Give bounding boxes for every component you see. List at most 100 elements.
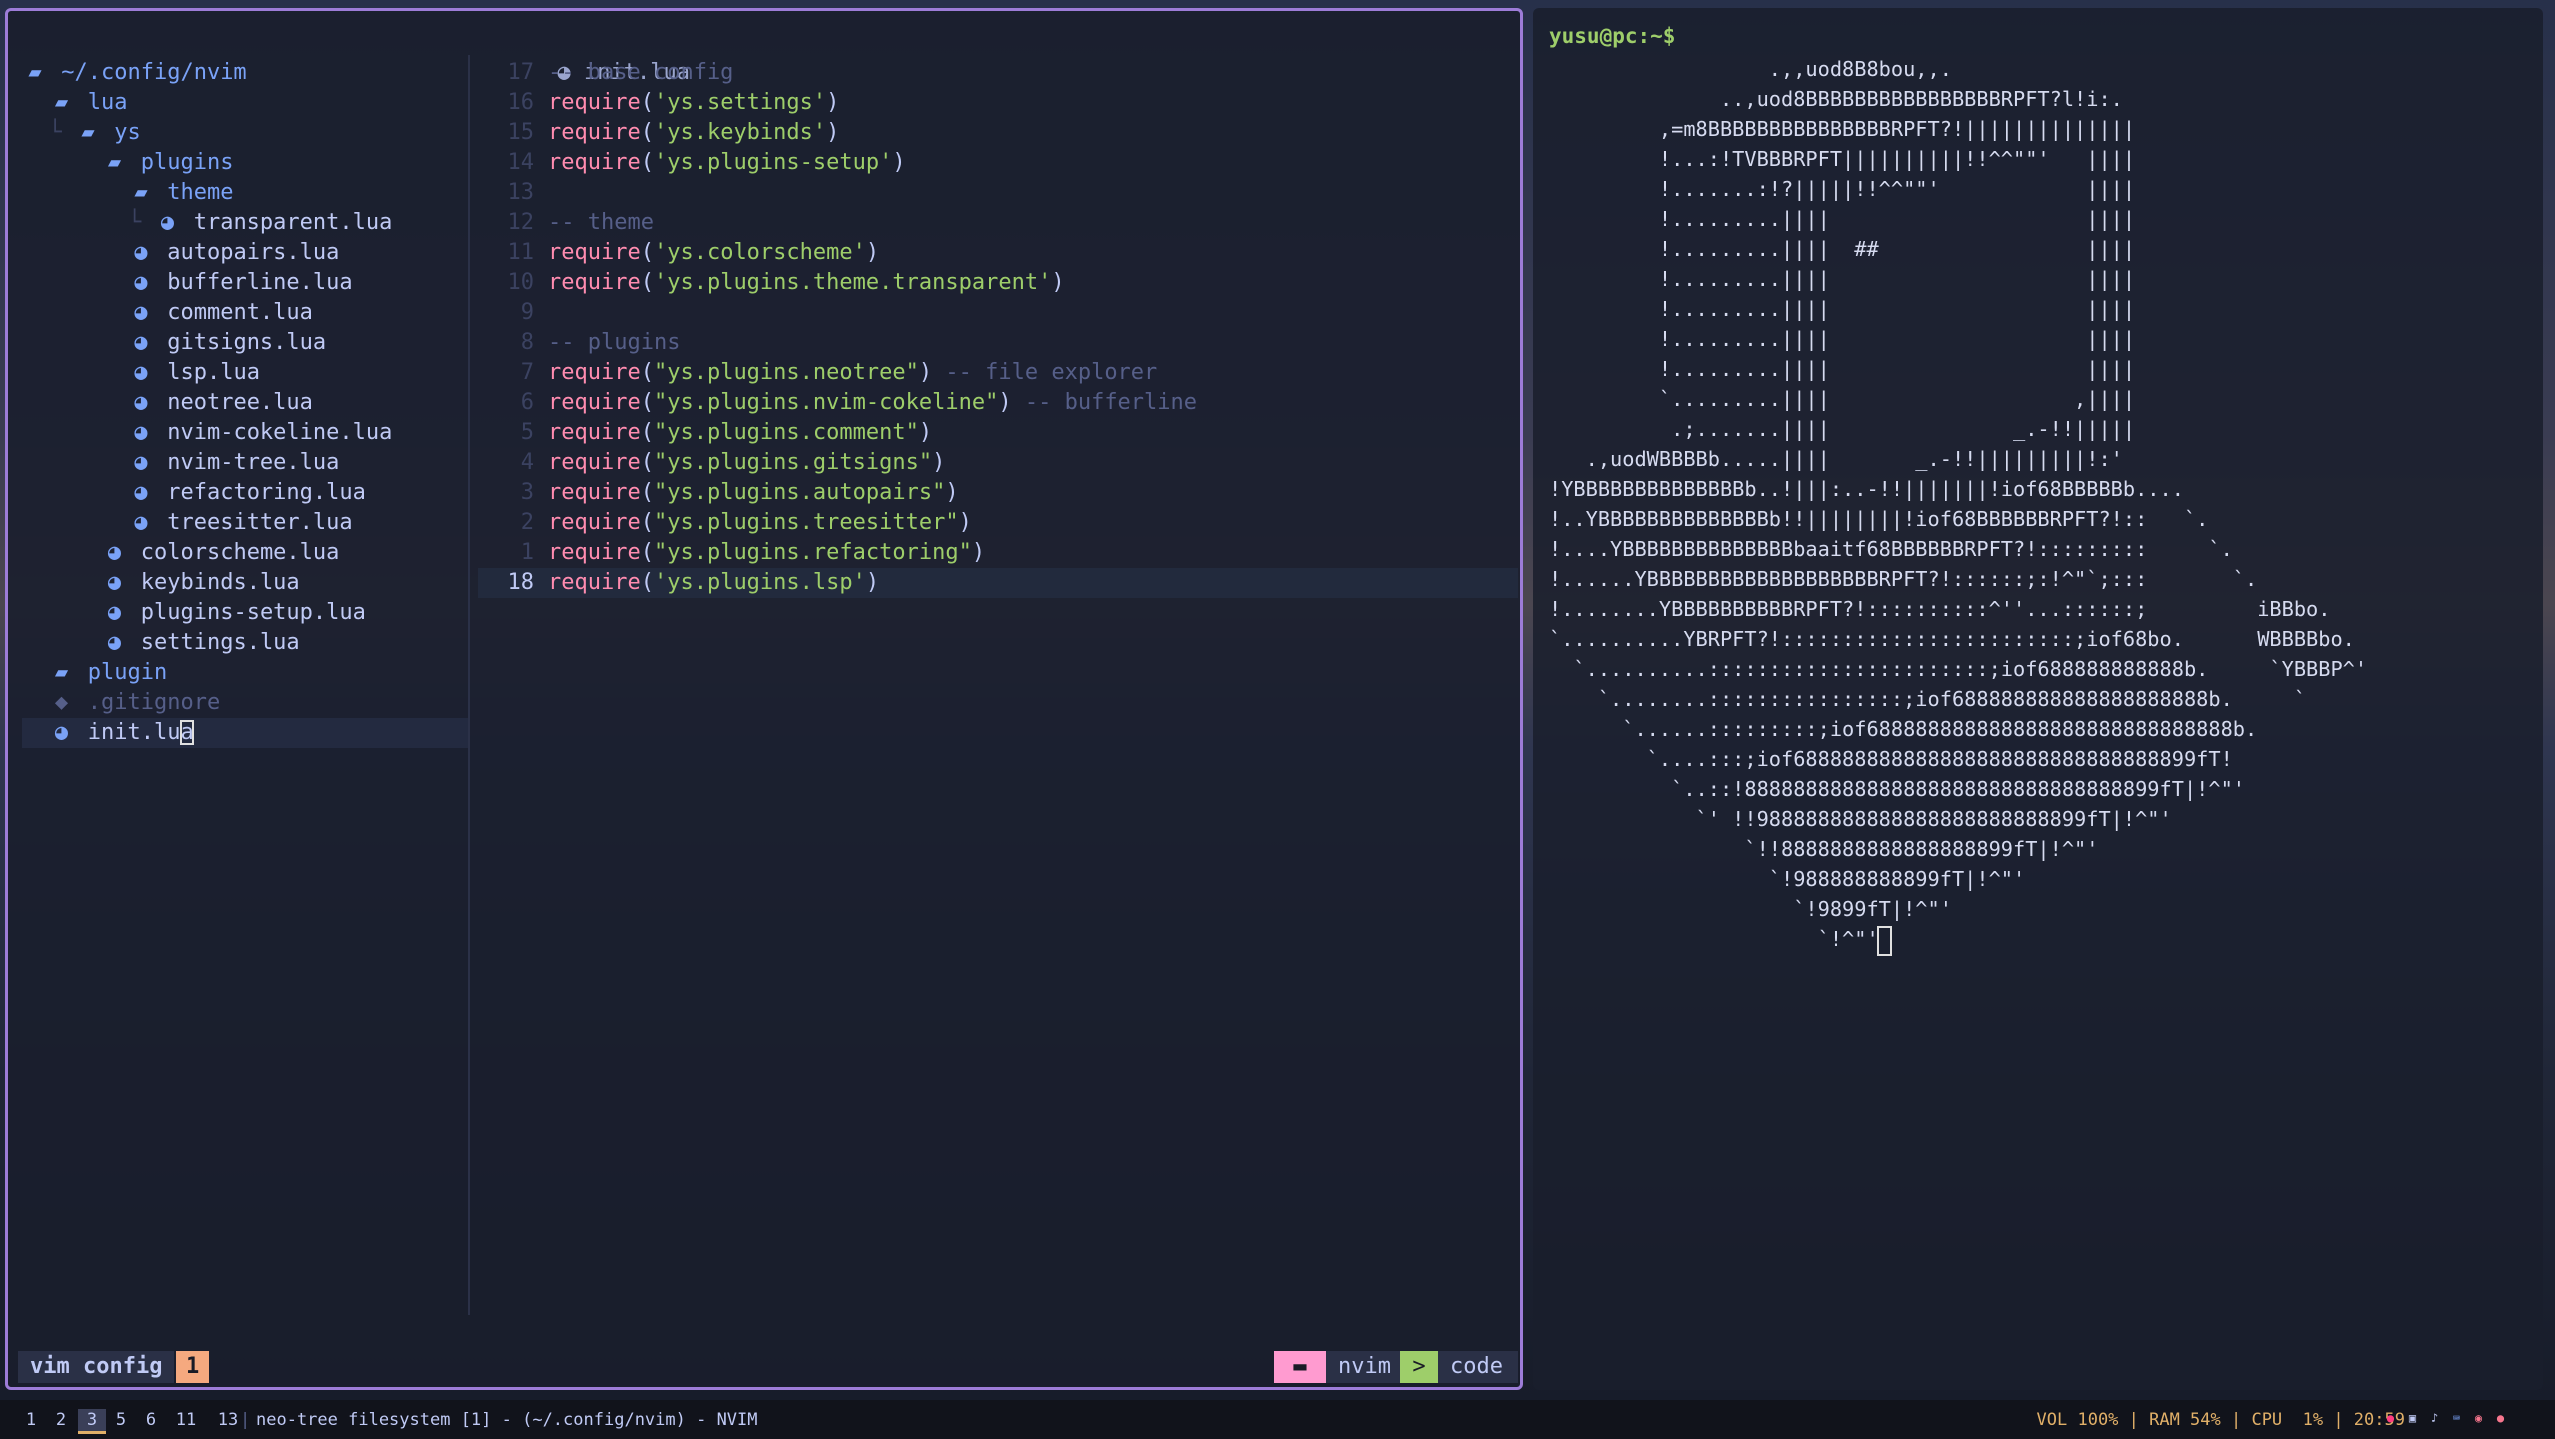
code-token: -- base config <box>548 60 734 85</box>
workspace-11[interactable]: 11 <box>170 1409 202 1431</box>
tree-indent-guide <box>22 150 101 175</box>
lua-icon: ◕ <box>107 570 122 595</box>
nvim-window[interactable]: ▰ ~/.config/nvim ▰ lua └ ▰ ys ▰ plugins … <box>5 8 1523 1390</box>
tree-item-label: init.lua <box>87 720 194 745</box>
ascii-art-line: !.........|||| |||| <box>1549 207 2136 231</box>
code-line[interactable]: 9 <box>478 298 1518 328</box>
code-lines[interactable]: 17 -- base config 16 require('ys.settings')… <box>478 58 1518 598</box>
workspace-6[interactable]: 6 <box>140 1409 162 1431</box>
tray-window-icon[interactable]: ▣ <box>2405 1411 2420 1426</box>
tree-item[interactable]: ▰ plugin <box>22 658 469 688</box>
code-token: ( <box>640 270 654 295</box>
code-line[interactable]: 6 require("ys.plugins.nvim-cokeline") -- … <box>478 388 1518 418</box>
ascii-art-line: !.......:!?|||||!!^^""' |||| <box>1549 177 2136 201</box>
code-line[interactable]: 7 require("ys.plugins.neotree") -- file e… <box>478 358 1518 388</box>
ascii-art-line: .,,uod8B8bou,,. <box>1549 57 1952 81</box>
code-line[interactable]: 2 require("ys.plugins.treesitter") <box>478 508 1518 538</box>
code-token: require <box>548 120 641 145</box>
folder-closed-icon: ▰ <box>54 660 69 685</box>
tray-record-icon[interactable]: ● <box>2493 1411 2508 1426</box>
tree-item[interactable]: ▰ ~/.config/nvim <box>22 58 469 88</box>
code-token: "ys.plugins.treesitter" <box>653 510 959 535</box>
code-token: ( <box>640 570 654 595</box>
tray-music-icon[interactable]: ♪ <box>2427 1411 2442 1426</box>
code-line[interactable]: 17 -- base config <box>478 58 1518 88</box>
tree-item[interactable]: └ ◕ transparent.lua <box>22 208 469 238</box>
tree-item-label: plugins <box>140 150 234 175</box>
ascii-art-line: `..::!8888888888888888888888888888888899… <box>1549 777 2245 801</box>
code-token: ( <box>640 450 654 475</box>
code-line[interactable]: 4 require("ys.plugins.gitsigns") <box>478 448 1518 478</box>
code-line[interactable]: 13 <box>478 178 1518 208</box>
code-line[interactable]: 11 require('ys.colorscheme') <box>478 238 1518 268</box>
terminal-window[interactable]: yusu@pc:~$ .,,uod8B8bou,,. ..,uod8BBBBBB… <box>1533 8 2543 1390</box>
workspace-1[interactable]: 1 <box>20 1409 42 1431</box>
tree-item-label: comment.lua <box>167 300 313 325</box>
code-line[interactable]: 1 require("ys.plugins.refactoring") <box>478 538 1518 568</box>
split-divider[interactable] <box>468 55 470 1315</box>
tree-indent-guide <box>22 270 128 295</box>
code-line[interactable]: 12 -- theme <box>478 208 1518 238</box>
tree-item[interactable]: ◕ nvim-tree.lua <box>22 448 469 478</box>
editor-pane[interactable]: ◕ init.lua 17 -- base config 16 require('ys… <box>478 28 1518 598</box>
tree-item[interactable]: ◕ lsp.lua <box>22 358 469 388</box>
ascii-art-line: !.........|||| |||| <box>1549 357 2136 381</box>
code-line[interactable]: 8 -- plugins <box>478 328 1518 358</box>
tray-keyboard-icon[interactable]: ⌨ <box>2449 1411 2464 1426</box>
system-status: VOL 100% | RAM 54% | CPU 1% | 20:59 <box>2036 1410 2405 1430</box>
tree-indent-guide <box>22 390 128 415</box>
ascii-art-line: `.........|||| ,|||| <box>1549 387 2136 411</box>
tree-item[interactable]: ◕ nvim-cokeline.lua <box>22 418 469 448</box>
workspace-2[interactable]: 2 <box>50 1409 72 1431</box>
tray-app-icon[interactable]: ● <box>2383 1411 2398 1426</box>
code-line[interactable]: 5 require("ys.plugins.comment") <box>478 418 1518 448</box>
system-bar: 1 2 3 5 6 11 13 | neo-tree filesystem [1] - (~… <box>0 1400 2555 1439</box>
code-token: 'ys.keybinds' <box>653 120 827 145</box>
code-token: ) <box>826 90 840 115</box>
ascii-art-line: ,=m8BBBBBBBBBBBBBBBRPFT?!|||||||||||||| <box>1549 117 2136 141</box>
tree-item[interactable]: ◕ keybinds.lua <box>22 568 469 598</box>
code-token: ) <box>932 450 946 475</box>
code-token: ( <box>640 480 654 505</box>
ascii-art-line: `!988888888899fT|!^"' <box>1549 867 2026 891</box>
workspace-3[interactable]: 3 <box>78 1409 106 1434</box>
code-line[interactable]: 10 require('ys.plugins.theme.transparent'… <box>478 268 1518 298</box>
neo-tree-file-explorer[interactable]: ▰ ~/.config/nvim ▰ lua └ ▰ ys ▰ plugins … <box>22 58 469 748</box>
ascii-art-line: `........::::::::::::::::;iof68888888888… <box>1549 687 2307 711</box>
tree-item[interactable]: ◕ comment.lua <box>22 298 469 328</box>
code-token: "ys.plugins.autopairs" <box>653 480 946 505</box>
code-line[interactable]: 18 require('ys.plugins.lsp') <box>478 568 1518 598</box>
code-line[interactable]: 16 require('ys.settings') <box>478 88 1518 118</box>
ascii-art-line: ..,uod8BBBBBBBBBBBBBBBBRPFT?l!i:. <box>1549 87 2123 111</box>
tree-item[interactable]: ▰ plugins <box>22 148 469 178</box>
tray-chat-icon[interactable]: ◉ <box>2471 1411 2486 1426</box>
tree-item[interactable]: ◆ .gitignore <box>22 688 469 718</box>
code-line[interactable]: 3 require("ys.plugins.autopairs") <box>478 478 1518 508</box>
tree-item[interactable]: ◕ init.lua <box>22 718 469 748</box>
line-number: 2 <box>520 510 534 535</box>
tree-item-label: plugin <box>87 660 168 685</box>
tree-item[interactable]: ◕ refactoring.lua <box>22 478 469 508</box>
tree-item-label: treesitter.lua <box>167 510 353 535</box>
tree-item[interactable]: ◕ gitsigns.lua <box>22 328 469 358</box>
tree-item[interactable]: ◕ autopairs.lua <box>22 238 469 268</box>
code-token: require <box>548 510 641 535</box>
tree-item[interactable]: ◕ bufferline.lua <box>22 268 469 298</box>
tree-item[interactable]: └ ▰ ys <box>22 118 469 148</box>
tree-item[interactable]: ◕ plugins-setup.lua <box>22 598 469 628</box>
tree-item[interactable]: ◕ treesitter.lua <box>22 508 469 538</box>
code-token: ) <box>865 570 880 595</box>
tree-item[interactable]: ◕ neotree.lua <box>22 388 469 418</box>
ascii-art-line: `!!8888888888888888899fT|!^"' <box>1549 837 2099 861</box>
tree-indent-guide <box>22 450 128 475</box>
code-line[interactable]: 15 require('ys.keybinds') <box>478 118 1518 148</box>
tree-item[interactable]: ▰ theme <box>22 178 469 208</box>
code-line[interactable]: 14 require('ys.plugins-setup') <box>478 148 1518 178</box>
code-token: ( <box>640 540 654 565</box>
tree-item[interactable]: ◕ colorscheme.lua <box>22 538 469 568</box>
session-number: 1 <box>176 1351 210 1383</box>
line-number: 1 <box>520 540 534 565</box>
tree-item[interactable]: ◕ settings.lua <box>22 628 469 658</box>
tree-item[interactable]: ▰ lua <box>22 88 469 118</box>
workspace-5[interactable]: 5 <box>110 1409 132 1431</box>
